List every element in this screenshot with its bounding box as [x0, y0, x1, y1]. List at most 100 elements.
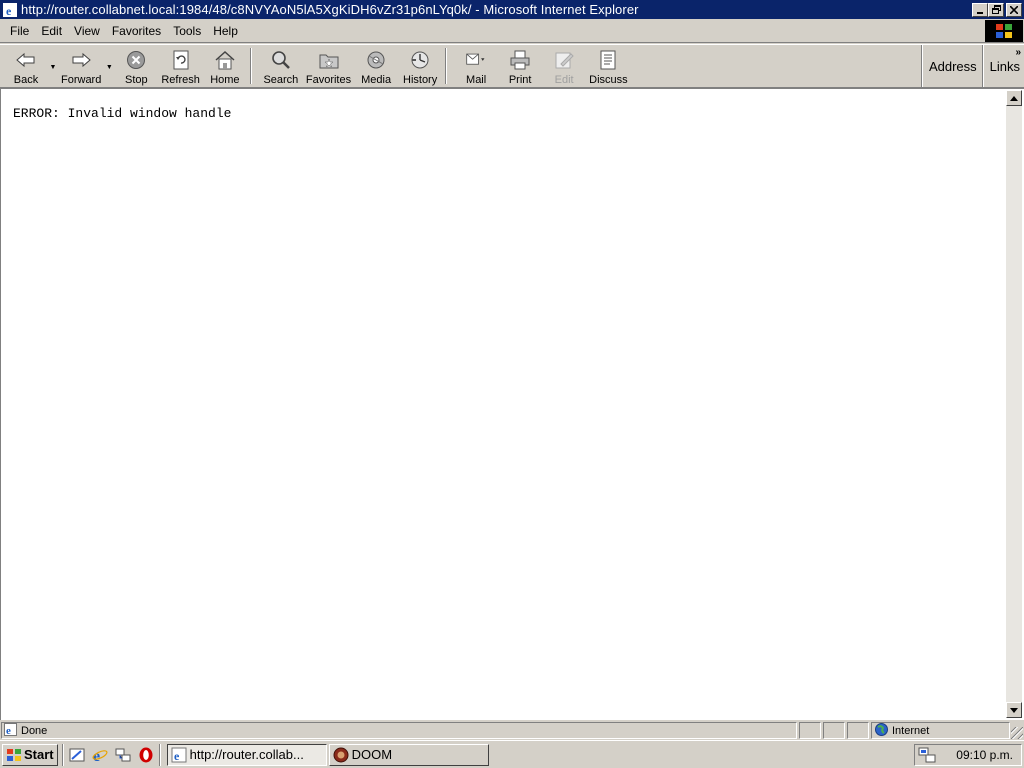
refresh-label: Refresh [161, 74, 200, 86]
svg-text:e: e [6, 725, 11, 736]
task-button-ie[interactable]: e http://router.collab... [166, 743, 327, 766]
status-pane-lock [823, 722, 845, 739]
address-label: Address [928, 58, 977, 74]
address-bar-toggle[interactable]: Address [921, 45, 983, 87]
security-zone-label: Internet [892, 724, 930, 737]
start-label: Start [24, 747, 54, 762]
menu-bar: File Edit View Favorites Tools Help [0, 19, 1024, 43]
forward-label: Forward [61, 74, 102, 86]
resize-grip[interactable] [1011, 727, 1023, 739]
refresh-button[interactable]: Refresh [158, 45, 203, 87]
taskbar: Start e e http://router.collab... DOOM 0… [0, 740, 1024, 768]
status-main-pane: e Done [1, 722, 797, 739]
task-button-doom[interactable]: DOOM [328, 743, 489, 766]
search-icon [270, 49, 292, 71]
edit-button[interactable]: Edit [542, 45, 586, 87]
clock[interactable]: 09:10 p.m. [956, 748, 1013, 762]
favorites-icon [318, 49, 340, 71]
search-label: Search [263, 74, 299, 86]
page-done-icon: e [4, 722, 17, 739]
taskbar-separator [61, 743, 64, 766]
back-button[interactable]: Back [4, 45, 48, 87]
media-label: Media [361, 74, 392, 86]
opera-icon[interactable] [137, 746, 155, 764]
history-label: History [403, 74, 438, 86]
show-desktop-icon[interactable] [68, 746, 86, 764]
home-icon [214, 49, 236, 71]
links-bar-toggle[interactable]: Links » [982, 45, 1024, 87]
window-title: http://router.collabnet.local:1984/48/c8… [21, 2, 639, 17]
svg-text:e: e [174, 749, 180, 763]
discuss-icon [597, 49, 619, 71]
page-content: ERROR: Invalid window handle [3, 90, 1006, 718]
menu-edit[interactable]: Edit [35, 22, 68, 40]
mail-icon [465, 49, 487, 71]
forward-dropdown[interactable]: ▼ [104, 45, 114, 87]
home-button[interactable]: Home [203, 45, 247, 87]
chevron-right-icon[interactable]: » [1015, 47, 1021, 58]
quick-launch: e [68, 746, 155, 764]
home-label: Home [210, 74, 240, 86]
restore-button[interactable] [988, 2, 1004, 17]
title-bar[interactable]: e http://router.collabnet.local:1984/48/… [0, 0, 1024, 19]
windows-logo-icon [6, 748, 22, 762]
favorites-label: Favorites [305, 74, 352, 86]
search-button[interactable]: Search [259, 45, 303, 87]
history-button[interactable]: History [398, 45, 442, 87]
page-viewport: ERROR: Invalid window handle [0, 88, 1024, 720]
minimize-button[interactable] [972, 2, 988, 17]
history-icon [409, 49, 431, 71]
forward-arrow-icon [70, 49, 92, 71]
globe-icon [875, 722, 888, 739]
links-label: Links [989, 58, 1020, 74]
menu-file[interactable]: File [4, 22, 35, 40]
forward-button[interactable]: Forward [58, 45, 104, 87]
system-tray: 09:10 p.m. [914, 743, 1022, 766]
task-label: DOOM [351, 747, 393, 762]
ie-icon[interactable]: e [2, 2, 18, 18]
refresh-icon [170, 49, 192, 71]
scroll-up-button[interactable] [1006, 90, 1022, 106]
status-bar: e Done Internet [0, 721, 1024, 740]
status-text: Done [21, 724, 48, 737]
stop-label: Stop [125, 74, 148, 86]
discuss-button[interactable]: Discuss [586, 45, 631, 87]
close-button[interactable] [1006, 2, 1022, 17]
svg-text:e: e [6, 4, 12, 17]
edit-icon [553, 49, 575, 71]
menu-view[interactable]: View [68, 22, 106, 40]
ie-quicklaunch-icon[interactable]: e [91, 746, 109, 764]
back-label: Back [13, 74, 39, 86]
toolbar-separator [445, 48, 448, 84]
mail-label: Mail [466, 74, 487, 86]
back-dropdown[interactable]: ▼ [48, 45, 58, 87]
discuss-label: Discuss [589, 74, 628, 86]
media-button[interactable]: Media [354, 45, 398, 87]
toolbar-separator [249, 48, 252, 84]
menu-tools[interactable]: Tools [167, 22, 207, 40]
media-icon [365, 49, 387, 71]
ie-window: e http://router.collabnet.local:1984/48/… [0, 0, 1024, 740]
status-pane-offline [847, 722, 869, 739]
doom-icon [333, 747, 349, 763]
standard-toolbar: Back ▼ Forward ▼ Stop Refresh Home Searc… [0, 44, 1024, 88]
start-button[interactable]: Start [2, 743, 58, 766]
ie-icon: e [171, 747, 187, 763]
menu-help[interactable]: Help [207, 22, 244, 40]
tray-network-icon[interactable] [918, 747, 936, 763]
status-pane-progress [799, 722, 821, 739]
print-button[interactable]: Print [498, 45, 542, 87]
menu-favorites[interactable]: Favorites [106, 22, 167, 40]
windows-logo-throbber [985, 19, 1023, 42]
scroll-down-button[interactable] [1006, 702, 1022, 718]
security-zone-pane[interactable]: Internet [871, 722, 1010, 739]
back-arrow-icon [15, 49, 37, 71]
favorites-button[interactable]: Favorites [303, 45, 354, 87]
network-icon[interactable] [114, 746, 132, 764]
stop-icon [125, 49, 147, 71]
mail-button[interactable]: Mail [454, 45, 498, 87]
task-label: http://router.collab... [189, 747, 304, 762]
edit-label: Edit [554, 74, 574, 86]
vertical-scrollbar[interactable] [1006, 90, 1022, 718]
stop-button[interactable]: Stop [114, 45, 158, 87]
